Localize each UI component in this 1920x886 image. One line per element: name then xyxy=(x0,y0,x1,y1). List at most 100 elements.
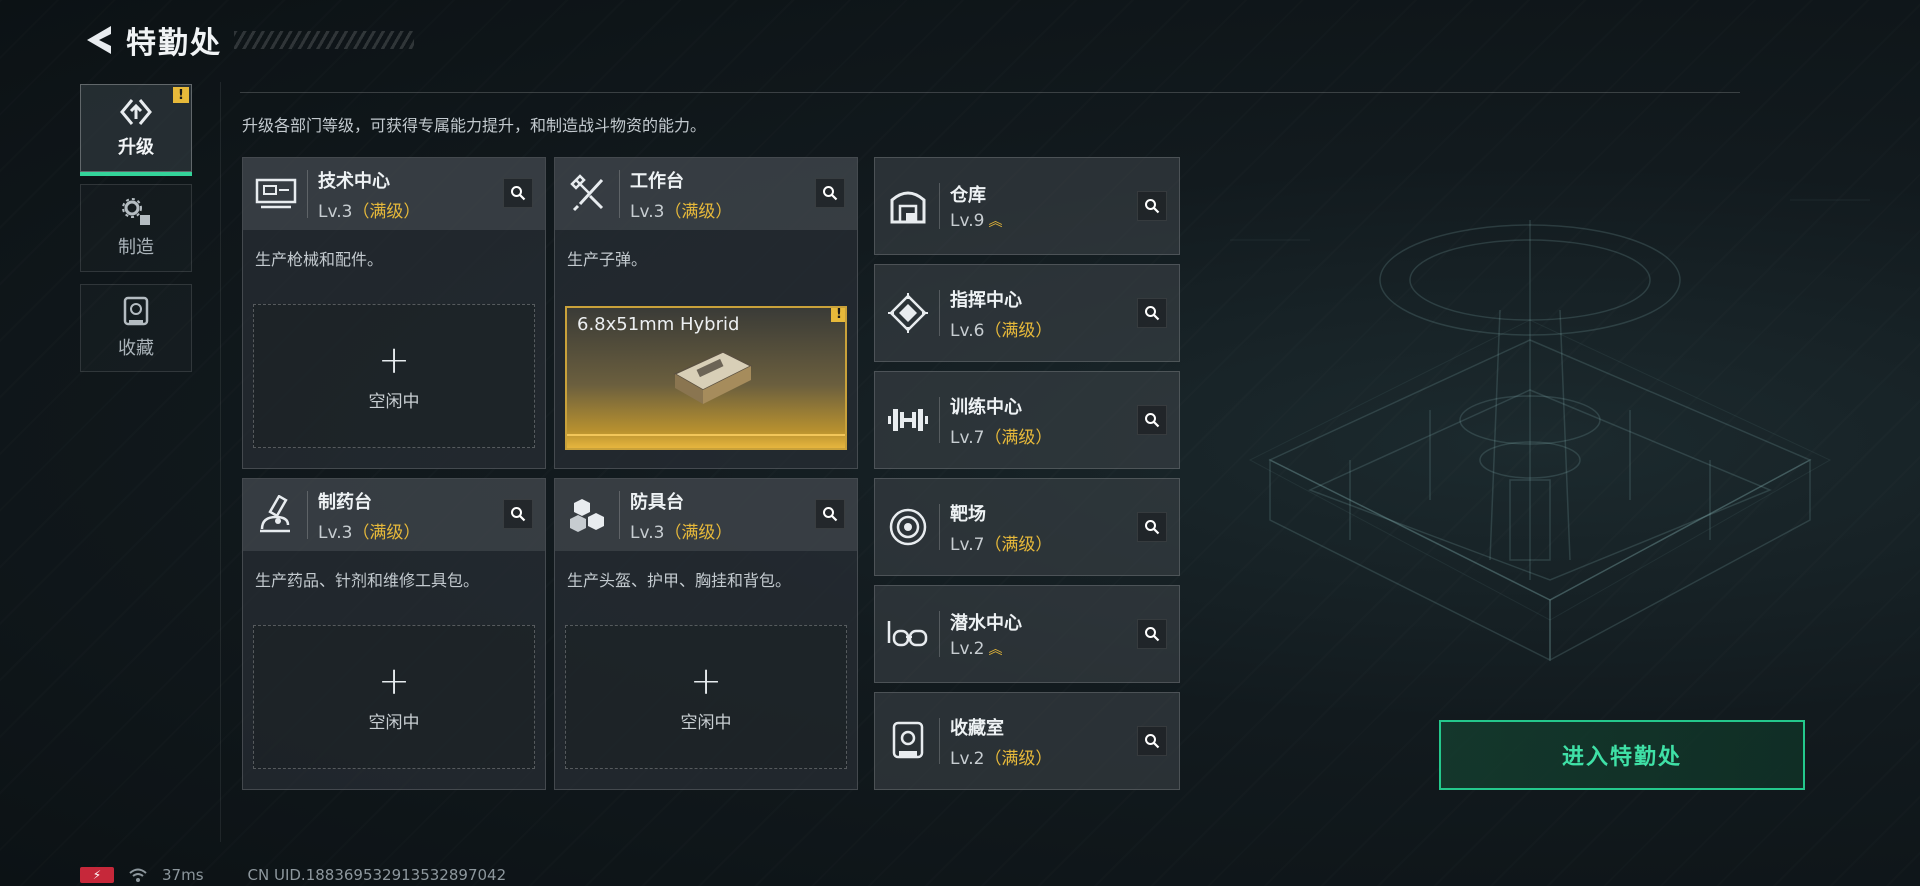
search-icon xyxy=(823,507,838,522)
divider xyxy=(939,611,940,657)
back-arrow-icon xyxy=(87,26,111,54)
divider xyxy=(307,170,308,218)
armor-bench-icon xyxy=(565,492,611,538)
max-level-label: （满级） xyxy=(664,201,733,222)
search-button[interactable] xyxy=(815,499,845,529)
level-value: Lv.2 xyxy=(950,639,985,659)
facility-description: 生产枪械和配件。 xyxy=(255,250,384,269)
nav-label: 收藏 xyxy=(118,338,154,359)
search-button[interactable] xyxy=(1137,726,1167,756)
card-workbench[interactable]: 工作台 Lv.3（满级） 生产子弹。 6.8x51mm Hybrid ! xyxy=(554,157,858,469)
divider xyxy=(939,397,940,443)
max-level-label: （满级） xyxy=(984,320,1053,341)
facility-name: 收藏室 xyxy=(950,717,1004,739)
facility-name: 技术中心 xyxy=(318,170,390,192)
facility-name: 仓库 xyxy=(950,185,986,206)
collection-room-icon xyxy=(885,718,931,764)
facility-name: 工作台 xyxy=(630,170,684,192)
search-icon xyxy=(1145,199,1160,214)
uid-text: CN UID.18836953291353289704​2 xyxy=(247,866,507,884)
search-button[interactable] xyxy=(1137,298,1167,328)
search-button[interactable] xyxy=(1137,512,1167,542)
workbench-icon xyxy=(565,171,611,217)
facility-warehouse[interactable]: 仓库 Lv.9 ︽ xyxy=(874,157,1180,255)
level-text: Lv.3（满级） xyxy=(630,197,732,222)
level-text: Lv.7（满级） xyxy=(950,423,1052,448)
plus-icon: + xyxy=(690,658,722,703)
level-value: Lv.3 xyxy=(318,522,353,543)
idle-slot[interactable]: + 空闲中 xyxy=(253,625,535,769)
idle-slot[interactable]: + 空闲中 xyxy=(565,625,847,769)
command-center-icon xyxy=(885,290,931,336)
upgrade-available-icon: ︽ xyxy=(988,214,1002,230)
card-pharmacy[interactable]: 制药台 Lv.3（满级） 生产药品、针剂和维修工具包。 + 空闲中 xyxy=(242,478,546,790)
plus-icon: + xyxy=(378,337,410,382)
divider xyxy=(939,504,940,550)
upgrade-available-icon: ︽ xyxy=(988,642,1002,658)
facility-training-center[interactable]: 训练中心 Lv.7（满级） xyxy=(874,371,1180,469)
idle-slot[interactable]: + 空闲中 xyxy=(253,304,535,448)
search-button[interactable] xyxy=(1137,619,1167,649)
search-icon xyxy=(1145,734,1160,749)
battery-low-icon: ⚡ xyxy=(80,867,114,883)
divider xyxy=(939,718,940,764)
level-value: Lv.3 xyxy=(630,201,665,222)
level-text: Lv.3（满级） xyxy=(318,518,420,543)
facility-name: 靶场 xyxy=(950,503,986,525)
ping-text: 37ms xyxy=(162,866,204,884)
title-decoration xyxy=(234,31,414,49)
target-icon xyxy=(885,504,931,550)
max-level-label: （满级） xyxy=(352,522,421,543)
alert-badge: ! xyxy=(831,308,845,322)
search-button[interactable] xyxy=(503,499,533,529)
collection-icon xyxy=(123,296,149,326)
divider xyxy=(619,170,620,218)
building-illustration xyxy=(1230,199,1870,662)
max-level-label: （满级） xyxy=(984,534,1053,555)
diving-mask-icon xyxy=(885,611,931,657)
card-header: 工作台 Lv.3（满级） xyxy=(555,158,857,230)
search-icon xyxy=(1145,520,1160,535)
nav-tab-craft[interactable]: 制造 xyxy=(80,184,192,272)
divider xyxy=(240,92,1740,93)
search-icon xyxy=(511,507,526,522)
search-button[interactable] xyxy=(1137,191,1167,221)
facility-diving-center[interactable]: 潜水中心 Lv.2 ︽ xyxy=(874,585,1180,683)
search-button[interactable] xyxy=(503,178,533,208)
facility-description: 生产头盔、护甲、胸挂和背包。 xyxy=(567,571,792,590)
enter-special-ops-button[interactable]: 进入特勤处 xyxy=(1439,720,1805,790)
search-icon xyxy=(1145,306,1160,321)
level-text: Lv.3（满级） xyxy=(630,518,732,543)
divider xyxy=(939,290,940,336)
card-header: 制药台 Lv.3（满级） xyxy=(243,479,545,551)
facility-name: 防具台 xyxy=(630,491,684,513)
search-button[interactable] xyxy=(1137,405,1167,435)
gear-icon xyxy=(122,198,150,225)
facility-name: 指挥中心 xyxy=(950,289,1022,311)
facility-name: 训练中心 xyxy=(950,396,1022,418)
nav-tab-collection[interactable]: 收藏 xyxy=(80,284,192,372)
level-text: Lv.3（满级） xyxy=(318,197,420,222)
max-level-label: （满级） xyxy=(984,748,1053,769)
level-value: Lv.9 xyxy=(950,211,985,231)
facility-shooting-range[interactable]: 靶场 Lv.7（满级） xyxy=(874,478,1180,576)
card-armor-bench[interactable]: 防具台 Lv.3（满级） 生产头盔、护甲、胸挂和背包。 + 空闲中 xyxy=(554,478,858,790)
search-icon xyxy=(1145,413,1160,428)
max-level-label: （满级） xyxy=(352,201,421,222)
search-icon xyxy=(511,186,526,201)
facility-collection-room[interactable]: 收藏室 Lv.2（满级） xyxy=(874,692,1180,790)
level-value: Lv.6 xyxy=(950,320,985,341)
nav-tab-upgrade[interactable]: ! 升级 xyxy=(80,84,192,176)
search-button[interactable] xyxy=(815,178,845,208)
facility-description: 生产药品、针剂和维修工具包。 xyxy=(255,571,480,590)
max-level-label: （满级） xyxy=(664,522,733,543)
slot-status: 空闲中 xyxy=(368,712,420,733)
level-text: Lv.9 ︽ xyxy=(950,211,1002,231)
facility-description: 生产子弹。 xyxy=(567,250,648,269)
dumbbell-icon xyxy=(885,397,931,443)
crafting-slot[interactable]: 6.8x51mm Hybrid ! xyxy=(565,306,847,450)
warehouse-icon xyxy=(885,183,931,229)
facility-command-center[interactable]: 指挥中心 Lv.6（满级） xyxy=(874,264,1180,362)
card-tech-center[interactable]: 技术中心 Lv.3（满级） 生产枪械和配件。 + 空闲中 xyxy=(242,157,546,469)
back-button[interactable] xyxy=(80,20,116,60)
